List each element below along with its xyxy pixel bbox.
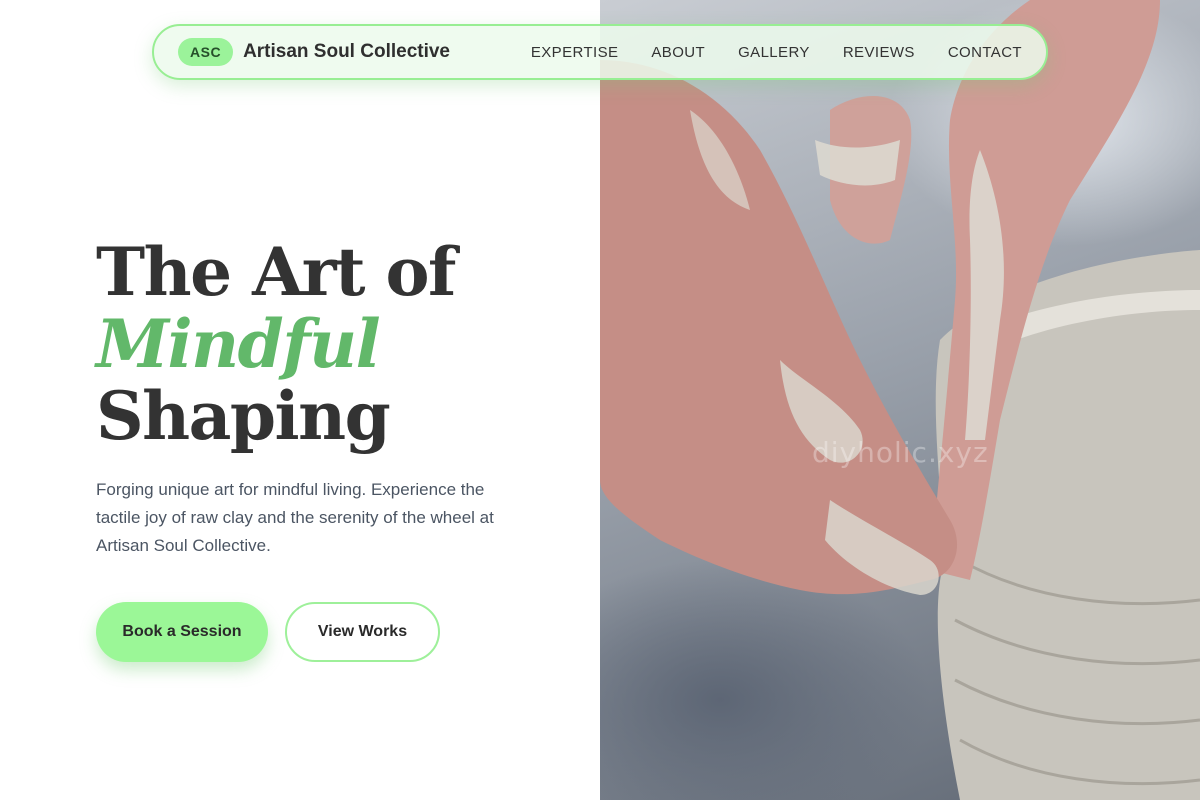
nav-link-about[interactable]: ABOUT <box>651 44 705 61</box>
hero-description: Forging unique art for mindful living. E… <box>96 480 494 555</box>
top-nav: ASC Artisan Soul Collective EXPERTISE AB… <box>152 24 1048 80</box>
nav-link-expertise[interactable]: EXPERTISE <box>531 44 619 61</box>
watermark-text: diyholic.xyz <box>812 436 989 469</box>
hero-actions: Book a Session View Works <box>96 602 440 662</box>
hero-title-line-3: Shaping <box>96 377 391 455</box>
brand-name: Artisan Soul Collective <box>243 41 451 62</box>
pottery-illustration <box>600 0 1200 800</box>
hero-title-accent: Mindful <box>96 305 381 383</box>
hero-title: The Art of Mindful Shaping <box>96 236 576 452</box>
nav-link-gallery[interactable]: GALLERY <box>738 44 810 61</box>
brand-badge: ASC <box>178 38 234 66</box>
hero-title-line-1: The Art of <box>96 233 456 311</box>
nav-links: EXPERTISE ABOUT GALLERY REVIEWS CONTACT <box>531 44 1022 61</box>
nav-link-contact[interactable]: CONTACT <box>948 44 1022 61</box>
brand[interactable]: ASC Artisan Soul Collective <box>178 38 450 66</box>
hero-section: The Art of Mindful Shaping Forging uniqu… <box>96 236 576 560</box>
view-works-button[interactable]: View Works <box>285 602 440 662</box>
hero-photo-pottery-hands: diyholic.xyz <box>600 0 1200 800</box>
nav-link-reviews[interactable]: REVIEWS <box>843 44 915 61</box>
book-session-button[interactable]: Book a Session <box>96 602 268 662</box>
